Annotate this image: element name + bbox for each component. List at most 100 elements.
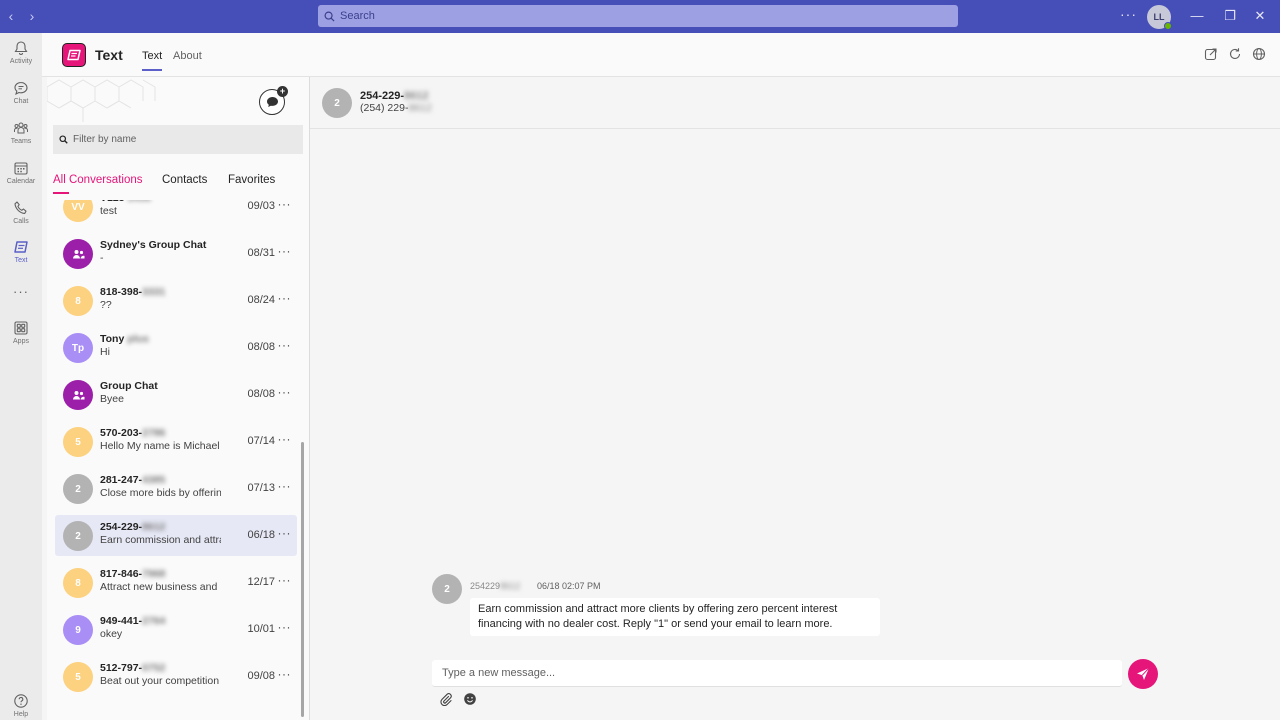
conversation-panel: + Filter by name All Conversations Conta… (47, 77, 309, 720)
contact-avatar: VV (63, 200, 93, 222)
conversation-name-hidden: 3456 (128, 200, 151, 204)
conversation-row[interactable]: 8 817-846-7968 Attract new business and 12/… (55, 562, 297, 603)
rail-item-text[interactable]: Text (0, 239, 42, 264)
conversation-date: 09/08 (247, 670, 275, 682)
conversation-more-icon[interactable]: ··· (278, 479, 292, 493)
conversation-more-icon[interactable]: ··· (278, 620, 292, 634)
user-avatar[interactable]: LL (1147, 5, 1172, 30)
apps-icon (14, 321, 28, 335)
globe-icon[interactable] (1252, 47, 1266, 61)
conversation-name: V1233456 (100, 200, 151, 204)
conversation-more-icon[interactable]: ··· (278, 200, 292, 211)
conversation-more-icon[interactable]: ··· (278, 526, 292, 540)
tab-about[interactable]: About (173, 50, 202, 62)
rail-item-calls[interactable]: Calls (0, 200, 42, 225)
conversation-row[interactable]: VVV1233456test09/03··· (55, 200, 297, 227)
conversation-row[interactable]: 9 949-441-2764 okey 10/01 ··· (55, 609, 297, 650)
rail-more-button[interactable]: ··· (0, 284, 42, 299)
tab-all-conversations[interactable]: All Conversations (53, 174, 142, 194)
conversation-name: Tony plus (100, 333, 149, 345)
contact-avatar: 2 (63, 521, 93, 551)
conversation-name-hidden: 8612 (142, 521, 166, 533)
conversation-row[interactable]: 2 254-229-8612 Earn commission and attract… (55, 515, 297, 556)
calendar-icon (14, 162, 28, 175)
popout-icon[interactable] (1204, 47, 1218, 61)
rail-label-apps: Apps (13, 338, 29, 345)
emoji-icon[interactable] (463, 692, 477, 706)
contact-avatar: 8 (63, 286, 93, 316)
conversation-snippet: Hello My name is Michael (100, 440, 220, 452)
phone-icon (14, 201, 27, 215)
conversation-row[interactable]: Sydney's Group Chat - 08/31 ··· (55, 233, 297, 274)
refresh-icon[interactable] (1228, 47, 1242, 61)
conversation-name-text: 570-203- (100, 427, 143, 439)
filter-input[interactable]: Filter by name (53, 125, 303, 154)
contact-avatar: 8 (63, 568, 93, 598)
tab-text[interactable]: Text (142, 50, 163, 71)
conversation-date: 10/01 (247, 623, 275, 635)
tab-favorites[interactable]: Favorites (228, 174, 275, 186)
conversation-more-icon[interactable]: ··· (278, 244, 292, 258)
conversation-row[interactable]: Tp Tony plus Hi 08/08 ··· (55, 327, 297, 368)
conversation-snippet: Hi (100, 346, 110, 358)
chat-header: 2 254-229-8612 (254) 229-8612 (310, 77, 1280, 129)
filter-placeholder: Filter by name (73, 134, 137, 145)
search-bar[interactable]: Search (318, 5, 958, 27)
rail-item-calendar[interactable]: Calendar (0, 160, 42, 185)
chat-subtitle-hidden: 8612 (408, 102, 432, 114)
conversation-more-icon[interactable]: ··· (278, 432, 292, 446)
group-avatar (63, 239, 93, 269)
conversation-row[interactable]: 5 512-797-0752 Beat out your competition 09… (55, 656, 297, 697)
maximize-button[interactable]: ❐ (1222, 8, 1238, 24)
conversation-more-icon[interactable]: ··· (278, 338, 292, 352)
attach-icon[interactable] (439, 692, 453, 706)
conversation-more-icon[interactable]: ··· (278, 667, 292, 681)
rail-item-teams[interactable]: Teams (0, 120, 42, 145)
decorative-pattern (47, 79, 156, 122)
conversation-row[interactable]: 2 281-247-4385 Close more bids by offering… (55, 468, 297, 509)
contact-avatar: 9 (63, 615, 93, 645)
app-rail: Activity Chat Teams Calendar Calls Text … (0, 33, 42, 720)
conversation-snippet: Beat out your competition (100, 675, 220, 687)
conversation-scrollbar[interactable] (301, 442, 304, 717)
message-sender: 2542298612 (470, 581, 520, 591)
send-button[interactable] (1128, 659, 1158, 689)
contact-avatar: 5 (63, 662, 93, 692)
close-button[interactable]: ✕ (1252, 8, 1268, 24)
chat-title-hidden: 8612 (404, 90, 429, 102)
conversation-name-hidden: 2764 (142, 615, 166, 627)
rail-item-help[interactable]: Help (0, 693, 42, 718)
conversation-more-icon[interactable]: ··· (278, 291, 292, 305)
new-conversation-button[interactable]: + (259, 86, 288, 115)
conversation-row[interactable]: 8 818-398-3331?? 08/24 ··· (55, 280, 297, 321)
app-title: Text (95, 47, 123, 63)
conversation-name-text: 818-398- (100, 286, 143, 298)
more-dots-icon: ··· (13, 284, 29, 299)
minimize-button[interactable]: — (1189, 8, 1205, 24)
conversation-name-text: Tony (100, 333, 125, 345)
rail-item-activity[interactable]: Activity (0, 40, 42, 65)
rail-item-apps[interactable]: Apps (0, 320, 42, 345)
conversation-name: 570-203-2786 (100, 427, 165, 439)
rail-label-teams: Teams (10, 138, 32, 145)
message-sender-number: 254229 (470, 581, 501, 591)
conversation-row[interactable]: Group Chat Byee 08/08 ··· (55, 374, 297, 415)
teams-icon (14, 122, 28, 134)
conversation-name: 512-797-0752 (100, 662, 165, 674)
rail-item-chat[interactable]: Chat (0, 80, 42, 105)
message-input[interactable]: Type a new message... (432, 660, 1122, 687)
chat-bubble-icon (266, 97, 278, 107)
conversation-more-icon[interactable]: ··· (278, 385, 292, 399)
back-arrow-icon[interactable]: ‹ (3, 8, 19, 24)
conversation-row[interactable]: 5 570-203-2786 Hello My name is Michael 07/… (55, 421, 297, 462)
app-header: Text Text About (42, 33, 1280, 77)
forward-arrow-icon[interactable]: › (24, 8, 40, 24)
conversation-name: 254-229-8612 (100, 521, 165, 533)
conversation-more-icon[interactable]: ··· (278, 573, 292, 587)
conversation-date: 08/31 (247, 247, 275, 259)
message-bubble: Earn commission and attract more clients… (470, 598, 880, 636)
more-options-icon[interactable]: ··· (1120, 6, 1137, 22)
conversation-snippet: test (100, 205, 117, 217)
tab-contacts[interactable]: Contacts (162, 174, 207, 186)
bell-icon (14, 41, 28, 55)
